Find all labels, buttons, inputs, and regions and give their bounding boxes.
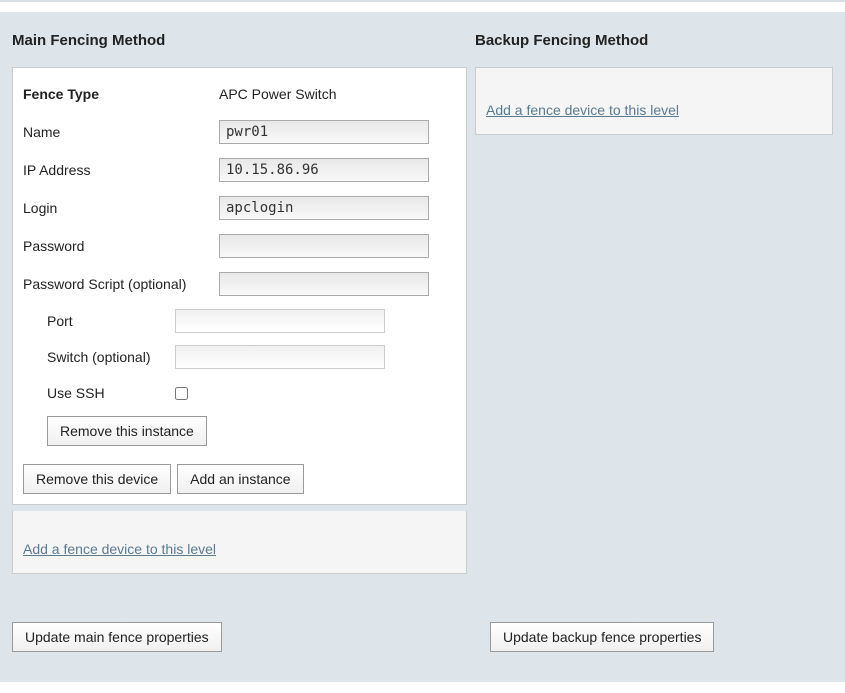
usessh-checkbox[interactable] [175,387,188,400]
add-instance-button[interactable]: Add an instance [177,464,303,494]
main-add-panel: Add a fence device to this level [12,511,467,574]
remove-instance-button[interactable]: Remove this instance [47,416,207,446]
main-add-device-link[interactable]: Add a fence device to this level [23,541,216,557]
usessh-label: Use SSH [47,385,175,401]
port-input[interactable] [175,309,385,333]
backup-fencing-title: Backup Fencing Method [475,32,833,49]
password-input[interactable] [219,234,429,258]
remove-device-button[interactable]: Remove this device [23,464,171,494]
password-label: Password [23,238,219,254]
port-label: Port [47,313,175,329]
login-label: Login [23,200,219,216]
name-input[interactable] [219,120,429,144]
backup-add-device-link[interactable]: Add a fence device to this level [486,102,679,118]
ip-input[interactable] [219,158,429,182]
pwscript-input[interactable] [219,272,429,296]
update-main-button[interactable]: Update main fence properties [12,622,222,652]
name-label: Name [23,124,219,140]
instance-block: Port Switch (optional) Use SSH Remove th… [47,308,456,446]
switch-input[interactable] [175,345,385,369]
main-fencing-title: Main Fencing Method [12,32,467,49]
backup-add-panel: Add a fence device to this level [475,67,833,135]
ip-label: IP Address [23,162,219,178]
switch-label: Switch (optional) [47,349,175,365]
main-device-panel: Fence Type APC Power Switch Name IP Addr… [12,67,467,505]
fence-type-value: APC Power Switch [219,86,336,102]
update-backup-button[interactable]: Update backup fence properties [490,622,714,652]
pwscript-label: Password Script (optional) [23,276,219,292]
fence-type-label: Fence Type [23,86,219,102]
login-input[interactable] [219,196,429,220]
